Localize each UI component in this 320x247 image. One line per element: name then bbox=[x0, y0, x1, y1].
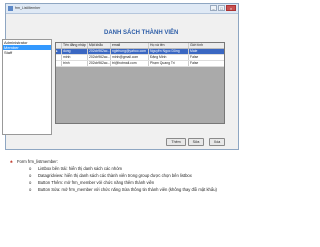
table-cell[interactable]: Male bbox=[189, 49, 224, 54]
list-item: o Datagridview: hiển thị danh sách các t… bbox=[10, 172, 217, 179]
listbox-item-staff[interactable]: Staff bbox=[3, 50, 51, 55]
table-cell[interactable]: 202cb962ac... bbox=[88, 55, 111, 60]
table-cell[interactable]: 202cb962ac... bbox=[88, 49, 111, 54]
list-item-text: Button Sửa: mở frm_member với chức năng … bbox=[38, 187, 217, 192]
maximize-icon[interactable]: □ bbox=[218, 5, 225, 11]
bullet-icon: o bbox=[29, 180, 32, 185]
column-header-username[interactable]: Tên đăng nhập bbox=[62, 43, 88, 48]
table-cell[interactable]: dung bbox=[62, 49, 88, 54]
bullet-icon: ♣ bbox=[10, 159, 13, 164]
bullet-icon: o bbox=[29, 173, 32, 178]
group-listbox[interactable]: Administrator Member Staff bbox=[2, 39, 52, 135]
title-bar[interactable]: frm_ListMember – □ × bbox=[6, 4, 238, 14]
table-cell[interactable]: nglehung@yahoo.com bbox=[111, 49, 149, 54]
column-header-email[interactable]: email bbox=[111, 43, 149, 48]
close-icon[interactable]: × bbox=[226, 5, 236, 11]
minimize-icon[interactable]: – bbox=[210, 5, 217, 11]
table-cell[interactable]: minh bbox=[62, 55, 88, 60]
table-row[interactable]: trinh 202cb962ac... tri@hotmail.com Phạm… bbox=[56, 61, 224, 67]
notes-heading: ♣ Form frm_listmember: bbox=[10, 158, 217, 165]
list-item: o Listbox bên trái: hiển thị danh sách c… bbox=[10, 165, 217, 172]
table-cell[interactable]: False bbox=[189, 55, 224, 60]
table-cell[interactable]: 202cb962ac... bbox=[88, 61, 111, 66]
page-title: DANH SÁCH THÀNH VIÊN bbox=[104, 30, 179, 36]
table-cell[interactable]: False bbox=[189, 61, 224, 66]
table-cell[interactable]: Phạm Quang Trí bbox=[149, 61, 189, 66]
app-icon bbox=[8, 6, 13, 11]
form-description: ♣ Form frm_listmember: o Listbox bên trá… bbox=[10, 158, 217, 193]
column-header-password[interactable]: Mật khẩu bbox=[88, 43, 111, 48]
members-datagrid[interactable]: Tên đăng nhập Mật khẩu email Họ và tên G… bbox=[55, 42, 225, 124]
table-cell[interactable]: Đặng Minh bbox=[149, 55, 189, 60]
column-header-gender[interactable]: Giới tính bbox=[189, 43, 224, 48]
list-item-text: Datagridview: hiển thị danh sách các thà… bbox=[38, 173, 192, 178]
edit-button[interactable]: Sửa bbox=[188, 138, 204, 146]
list-item-text: Listbox bên trái: hiển thị danh sách các… bbox=[38, 166, 123, 171]
delete-button[interactable]: Xóa bbox=[209, 138, 225, 146]
bullet-icon: o bbox=[29, 166, 32, 171]
window-controls: – □ × bbox=[210, 5, 236, 11]
list-item: o Button Thêm: mở frm_member với chức nă… bbox=[10, 179, 217, 186]
bullet-icon: o bbox=[29, 187, 32, 192]
window-title: frm_ListMember bbox=[15, 6, 41, 10]
table-cell[interactable]: tri@hotmail.com bbox=[111, 61, 149, 66]
notes-title: Form frm_listmember: bbox=[17, 159, 58, 164]
table-cell[interactable]: Nguyễn Ngọc Dũng bbox=[149, 49, 189, 54]
table-cell[interactable]: minh@gmail.com bbox=[111, 55, 149, 60]
column-header-fullname[interactable]: Họ và tên bbox=[149, 43, 189, 48]
list-item-text: Button Thêm: mở frm_member với chức năng… bbox=[38, 180, 155, 185]
list-item: o Button Sửa: mở frm_member với chức năn… bbox=[10, 186, 217, 193]
table-cell[interactable]: trinh bbox=[62, 61, 88, 66]
add-button[interactable]: Thêm bbox=[166, 138, 186, 146]
